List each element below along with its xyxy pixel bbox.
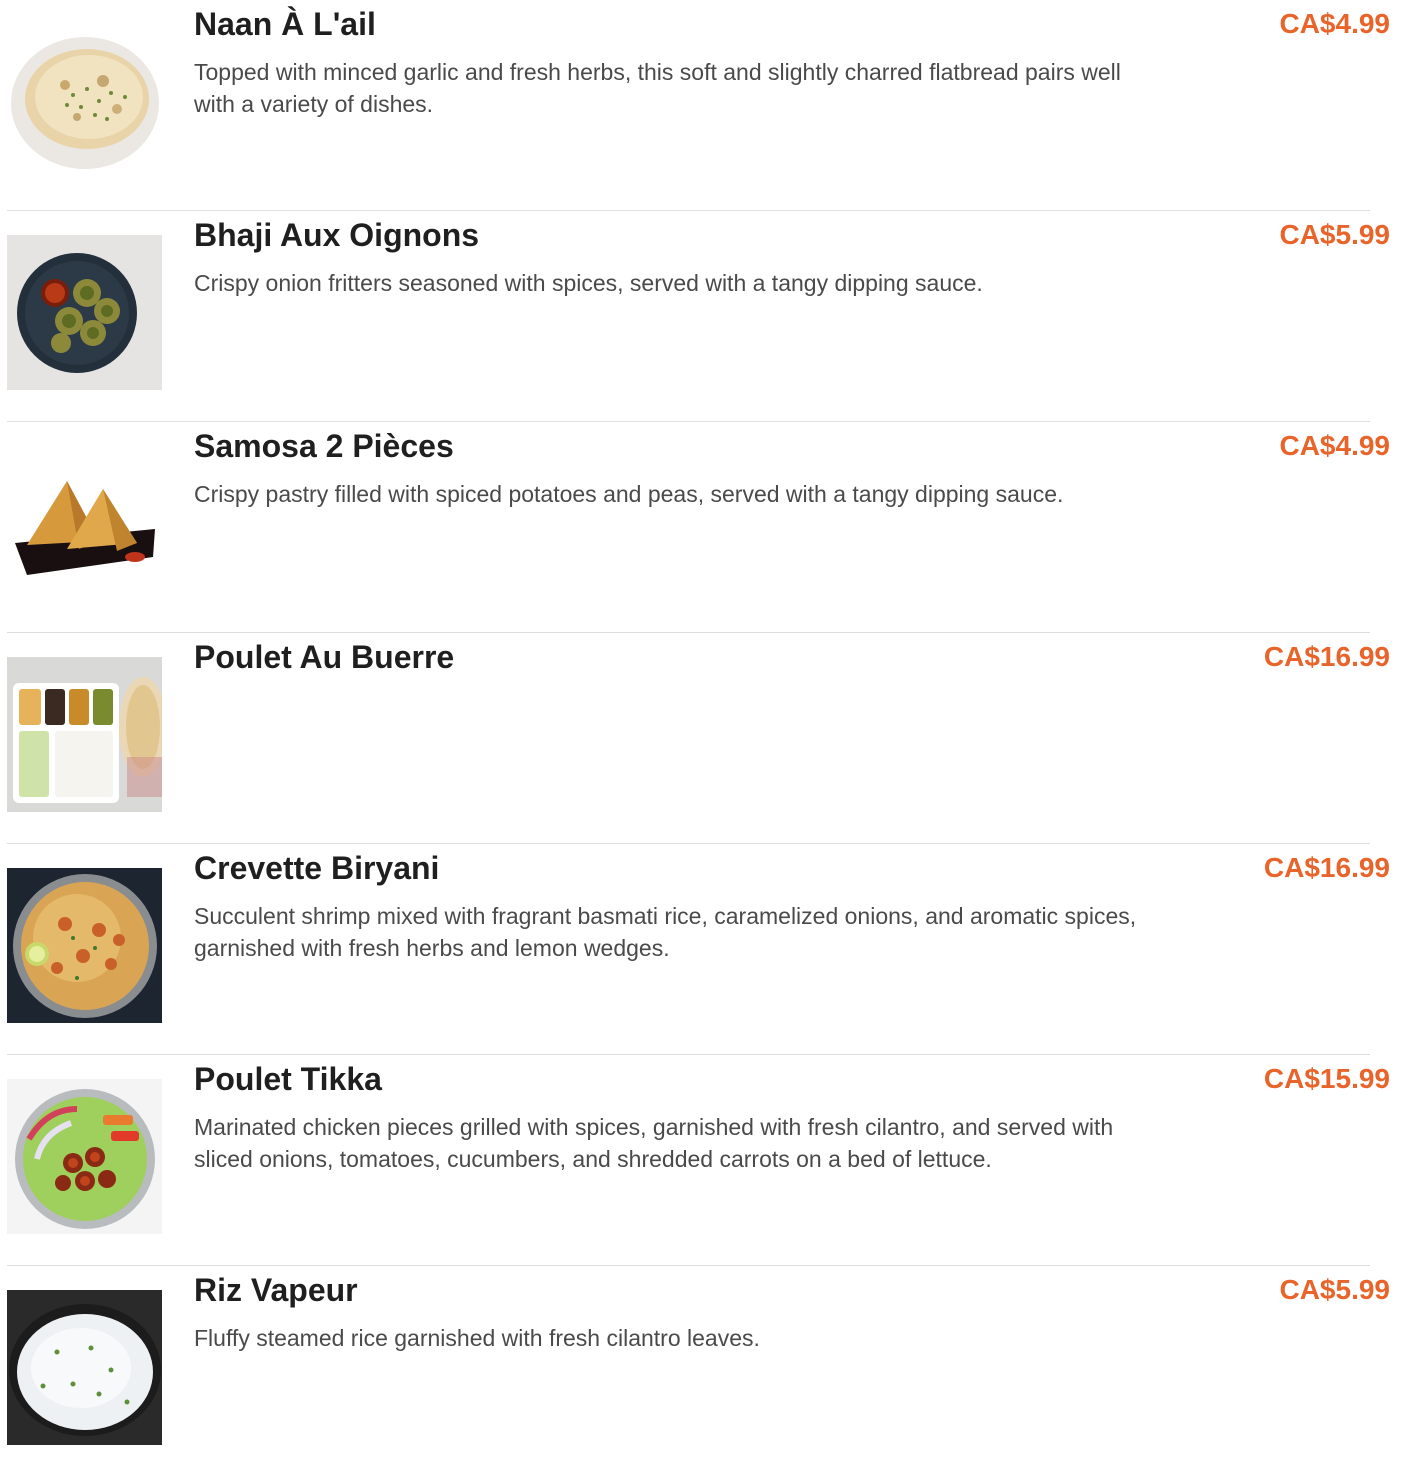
menu-item-bhaji-aux-oignons[interactable]: Bhaji Aux Oignons Crispy onion fritters … [7,211,1390,422]
item-price: CA$5.99 [1279,219,1390,250]
item-description: Succulent shrimp mixed with fragrant bas… [194,903,1137,961]
item-name: Samosa 2 Pièces [194,428,454,464]
item-name: Riz Vapeur [194,1272,358,1308]
samosa-photo [7,445,162,600]
menu-item-poulet-au-buerre[interactable]: Poulet Au Buerre CA$16.99 [7,633,1390,844]
menu-list: Naan À L'ail Topped with minced garlic a… [7,0,1390,1477]
onion-bhaji-photo [7,235,162,390]
item-description: Fluffy steamed rice garnished with fresh… [194,1325,760,1351]
shrimp-biryani-photo [7,868,162,1023]
garlic-naan-photo [7,23,162,178]
menu-item-naan-a-lail[interactable]: Naan À L'ail Topped with minced garlic a… [7,0,1390,211]
chicken-tikka-salad-photo [7,1079,162,1234]
menu-item-crevette-biryani[interactable]: Crevette Biryani Succulent shrimp mixed … [7,844,1390,1055]
steamed-rice-photo [7,1290,162,1445]
item-description: Marinated chicken pieces grilled with sp… [194,1114,1114,1172]
item-description: Topped with minced garlic and fresh herb… [194,59,1121,117]
item-name: Crevette Biryani [194,850,440,886]
item-price: CA$4.99 [1279,430,1390,461]
item-name: Naan À L'ail [194,6,376,42]
item-description: Crispy onion fritters seasoned with spic… [194,270,983,296]
item-description: Crispy pastry filled with spiced potatoe… [194,481,1064,507]
menu-item-poulet-tikka[interactable]: Poulet Tikka Marinated chicken pieces gr… [7,1055,1390,1266]
item-price: CA$15.99 [1263,1063,1390,1094]
item-price: CA$4.99 [1279,8,1390,39]
menu-item-samosa-2-pieces[interactable]: Samosa 2 Pièces Crispy pastry filled wit… [7,422,1390,633]
menu-item-riz-vapeur[interactable]: Riz Vapeur Fluffy steamed rice garnished… [7,1266,1390,1477]
item-name: Poulet Tikka [194,1061,382,1097]
item-name: Poulet Au Buerre [194,639,455,675]
item-price: CA$16.99 [1263,852,1390,883]
item-name: Bhaji Aux Oignons [194,217,480,253]
item-price: CA$16.99 [1263,641,1390,672]
butter-chicken-thali-photo [7,657,162,812]
item-price: CA$5.99 [1279,1274,1390,1305]
